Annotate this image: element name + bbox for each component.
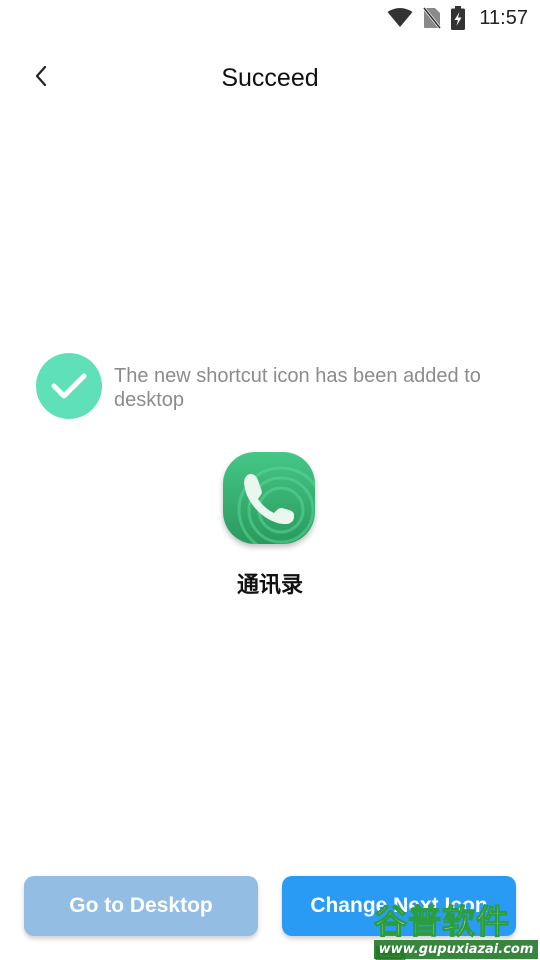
page-title: Succeed bbox=[221, 63, 319, 92]
battery-charging-icon bbox=[451, 6, 466, 30]
status-icons: 11:57 bbox=[387, 6, 528, 30]
back-button[interactable] bbox=[22, 60, 62, 96]
watermark-url: www.gupuxiazai.com bbox=[374, 940, 538, 959]
success-message: The new shortcut icon has been added to … bbox=[36, 353, 510, 419]
change-next-icon-button[interactable]: Change Next Icon bbox=[282, 876, 516, 936]
success-text: The new shortcut icon has been added to … bbox=[114, 365, 481, 411]
check-circle-icon bbox=[36, 353, 102, 419]
no-sim-icon bbox=[423, 7, 442, 29]
status-time: 11:57 bbox=[479, 6, 528, 29]
app-bar: Succeed bbox=[0, 50, 540, 106]
status-bar: 11:57 bbox=[0, 0, 540, 36]
app-name: 通讯录 bbox=[236, 573, 303, 598]
chevron-left-icon bbox=[34, 65, 50, 91]
wifi-icon bbox=[387, 8, 413, 28]
phone-icon bbox=[223, 452, 315, 544]
go-to-desktop-button[interactable]: Go to Desktop bbox=[24, 876, 258, 936]
success-screen: 11:57 Succeed The new shortcut icon has … bbox=[0, 0, 540, 960]
phone-app-icon bbox=[223, 452, 315, 544]
